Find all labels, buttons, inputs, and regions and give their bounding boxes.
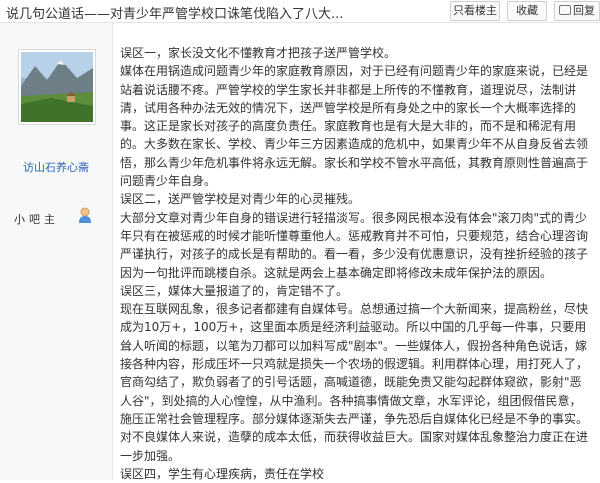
post-paragraph-2: 大部分文章对青少年自身的错误进行轻描淡写。很多网民根本没有体会"滚刀肉"式的青少… xyxy=(120,210,589,280)
favorite-button[interactable]: 收藏 xyxy=(507,1,547,21)
author-role: 小吧主 xyxy=(14,211,59,227)
post-heading-4: 误区四，学生有心理疾病，责任在学校 xyxy=(120,466,325,481)
post-heading-2: 误区二，送严管学校是对青少年的心灵摧残。 xyxy=(120,192,361,207)
reply-label: 回复 xyxy=(573,4,595,17)
author-sidebar: 楼主 访山石养心斋 小吧主 xyxy=(0,23,113,480)
only-op-button[interactable]: 只看楼主 xyxy=(450,1,500,21)
post-paragraph-1: 媒体在用锅造成问题青少年的家庭教育原因，对于已经有问题青少年的家庭来说，已经是站… xyxy=(120,64,589,189)
post-paragraph-3: 现在互联网乱象，很多记者都建有自媒体号。总想通过搞一个大新闻来，提高粉丝，尽快成… xyxy=(120,302,589,463)
author-username[interactable]: 访山石养心斋 xyxy=(0,159,112,175)
post-heading-1: 误区一，家长没文化不懂教育才把孩子送严管学校。 xyxy=(120,46,397,60)
post-heading-3: 误区三，媒体大量报道了的，肯定错不了。 xyxy=(120,283,349,298)
post-header-bar: 说几句公道话——对青少年严管学校口诛笔伐陷入了八大... 只看楼主 收藏 回复 xyxy=(0,0,600,23)
reply-button[interactable]: 回复 xyxy=(554,1,600,21)
reply-icon xyxy=(559,5,571,15)
op-badge: 楼主 xyxy=(74,25,112,63)
post-title: 说几句公道话——对青少年严管学校口诛笔伐陷入了八大... xyxy=(6,7,344,22)
moderator-icon xyxy=(79,207,91,223)
role-label: 小吧主 xyxy=(14,213,59,226)
post-body: 误区一，家长没文化不懂教育才把孩子送严管学校。 媒体在用锅造成问题青少年的家庭教… xyxy=(120,44,588,483)
